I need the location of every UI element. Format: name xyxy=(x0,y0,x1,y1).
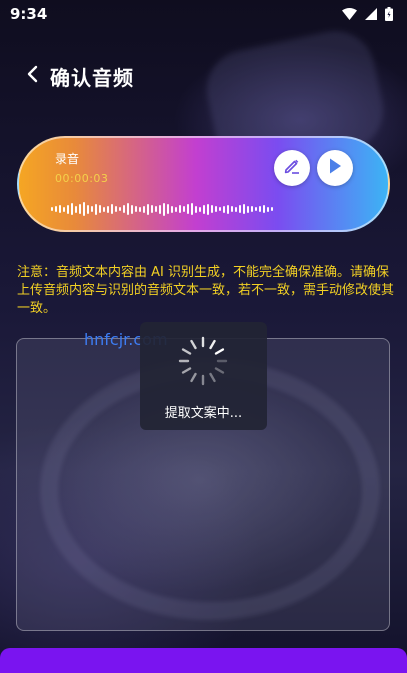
waveform-bar xyxy=(219,207,221,211)
waveform-bar xyxy=(119,207,121,211)
waveform-bar xyxy=(259,206,261,212)
waveform-bar xyxy=(147,203,149,215)
waveform-bar xyxy=(267,206,269,212)
waveform-bar xyxy=(95,203,97,215)
play-button[interactable] xyxy=(317,150,353,186)
audio-label: 录音 xyxy=(55,152,80,166)
waveform-bar xyxy=(79,204,81,214)
waveform-bar xyxy=(251,206,253,212)
waveform-bar xyxy=(151,205,153,213)
wifi-icon xyxy=(342,8,357,20)
waveform-bar xyxy=(195,205,197,213)
waveform-bar xyxy=(155,206,157,212)
waveform-bar xyxy=(223,205,225,213)
waveform-bar xyxy=(255,207,257,211)
waveform-bar xyxy=(143,205,145,213)
status-bar: 9:34 xyxy=(0,0,407,28)
status-time: 9:34 xyxy=(10,5,48,23)
back-button[interactable] xyxy=(22,64,42,88)
spinner-icon xyxy=(178,336,228,386)
waveform-bar xyxy=(107,205,109,213)
pencil-icon xyxy=(283,157,301,179)
waveform-bar xyxy=(191,203,193,215)
waveform-bar xyxy=(135,206,137,212)
waveform-bar xyxy=(87,204,89,214)
waveform-bar xyxy=(183,206,185,212)
audio-duration: 00:00:03 xyxy=(55,172,109,185)
waveform-bar xyxy=(171,205,173,213)
waveform-bar xyxy=(231,206,233,212)
waveform-bar xyxy=(55,206,57,212)
signal-icon xyxy=(365,8,377,20)
waveform-bar xyxy=(51,207,53,211)
waveform-bar xyxy=(163,202,165,216)
waveform-bar xyxy=(199,206,201,212)
audio-waveform xyxy=(51,198,273,220)
waveform-bar xyxy=(103,206,105,212)
notice-text: 注意：音频文本内容由 AI 识别生成，不能完全确保准确。请确保上传音频内容与识别… xyxy=(17,265,395,316)
waveform-bar xyxy=(75,205,77,213)
waveform-bar xyxy=(59,205,61,213)
waveform-bar xyxy=(243,204,245,214)
status-icons xyxy=(342,7,393,21)
waveform-bar xyxy=(227,204,229,214)
waveform-bar xyxy=(91,206,93,212)
battery-icon xyxy=(385,7,393,21)
loading-toast: 提取文案中... xyxy=(140,322,267,430)
waveform-bar xyxy=(115,206,117,212)
waveform-bar xyxy=(263,205,265,213)
waveform-bar xyxy=(71,203,73,215)
waveform-bar xyxy=(111,204,113,214)
waveform-bar xyxy=(63,206,65,212)
bottom-action-bar[interactable] xyxy=(0,648,407,673)
waveform-bar xyxy=(131,204,133,214)
waveform-bar xyxy=(179,205,181,213)
waveform-bar xyxy=(247,205,249,213)
waveform-bar xyxy=(139,206,141,212)
waveform-bar xyxy=(235,206,237,212)
chevron-left-icon xyxy=(26,65,38,87)
waveform-bar xyxy=(211,205,213,213)
waveform-bar xyxy=(99,205,101,213)
play-icon xyxy=(327,157,343,179)
audio-card: 录音 00:00:03 xyxy=(17,136,390,232)
edit-button[interactable] xyxy=(274,150,310,186)
waveform-bar xyxy=(207,203,209,215)
loading-text: 提取文案中... xyxy=(164,406,243,421)
header: 确认音频 xyxy=(22,60,134,92)
waveform-bar xyxy=(83,202,85,216)
waveform-bar xyxy=(127,203,129,215)
waveform-bar xyxy=(203,204,205,214)
waveform-bar xyxy=(175,206,177,212)
waveform-bar xyxy=(167,204,169,214)
waveform-bar xyxy=(159,204,161,214)
waveform-bar xyxy=(215,206,217,212)
waveform-bar xyxy=(239,205,241,213)
waveform-bar xyxy=(123,205,125,213)
waveform-bar xyxy=(271,207,273,211)
waveform-bar xyxy=(67,204,69,214)
page-title: 确认音频 xyxy=(50,65,134,90)
waveform-bar xyxy=(187,204,189,214)
